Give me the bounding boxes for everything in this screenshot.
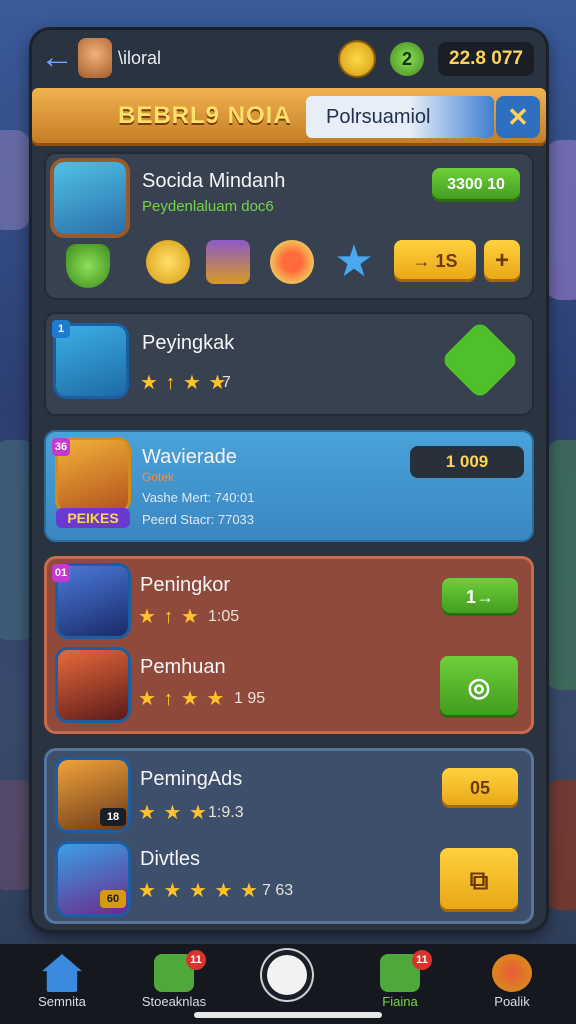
level-badge: 01 — [52, 564, 70, 582]
nav-label: Poalik — [494, 994, 530, 1009]
character-card-highlighted[interactable]: 36 PEIKES Wavierade Gotek Vashe Mert: 74… — [44, 430, 534, 542]
star-rating: ★ ↑ ★ — [138, 606, 200, 628]
rating-count: 7 — [222, 374, 231, 391]
green-star-button[interactable] — [440, 320, 520, 400]
character-portrait[interactable] — [58, 650, 128, 720]
background-character-bottom-left — [0, 780, 36, 890]
home-icon — [42, 954, 82, 992]
notification-badge: 11 — [412, 950, 432, 970]
value-pill: 1 009 — [410, 446, 524, 478]
stat-line-1: Vashe Mert: 740:01 — [142, 490, 255, 505]
chat-button[interactable]: ◎ — [440, 656, 518, 718]
treasure-chest-icon[interactable] — [206, 240, 250, 284]
star-rating: ★ ↑ ★ ★ — [138, 688, 226, 710]
red-star-icon[interactable] — [270, 240, 314, 284]
character-group-red: 01 Peningkor ★ ↑ ★ 1:05 1→ Pemhuan ★ ↑ ★… — [44, 556, 534, 734]
gem-counter[interactable]: 2 — [390, 42, 424, 76]
rating-count: 1:9.3 — [208, 804, 244, 821]
portrait-corner: 60 — [100, 890, 126, 908]
banner-title: BEBRL9 NOIA — [118, 102, 292, 129]
rating-count: 1 95 — [234, 690, 266, 707]
character-name: Divtles — [140, 848, 201, 870]
home-indicator[interactable] — [194, 1012, 382, 1018]
page-title: \iloral — [118, 48, 162, 68]
featured-subtitle: Peydenlaluam doc6 — [142, 198, 274, 215]
price-button[interactable]: 3300 10 — [432, 168, 520, 202]
character-tag: Gotek — [142, 470, 175, 484]
notification-badge: 11 — [186, 950, 206, 970]
star-rating: ★ ★ ★ — [138, 802, 208, 824]
portrait-corner: 18 — [100, 808, 126, 826]
level-badge: 36 — [52, 438, 70, 456]
star-rating: ★ ★ ★ ★ ★ — [138, 880, 259, 902]
blue-star-icon[interactable]: ★ — [332, 240, 376, 284]
character-name: Wavierade — [142, 446, 237, 468]
level-badge: 1 — [52, 320, 70, 338]
portrait-ribbon: PEIKES — [56, 508, 130, 528]
stat-line-2: Peerd Stacr: 77033 — [142, 512, 255, 527]
close-button[interactable]: ✕ — [496, 96, 540, 138]
rating-count: 1:05 — [208, 608, 240, 625]
nav-label: Stoeaknlas — [141, 994, 207, 1009]
share-button[interactable]: ⧉ — [440, 848, 518, 912]
coin-icon — [340, 42, 374, 76]
search-input[interactable]: Polrsuamiol — [306, 96, 494, 138]
currency-score: 22.8 077 — [438, 42, 534, 76]
background-character-right — [546, 140, 576, 300]
nav-label: Fiaina — [382, 994, 418, 1009]
character-name: PemingAds — [140, 768, 243, 790]
rating-count: 7 63 — [262, 882, 294, 899]
nav-label: Semnita — [38, 994, 86, 1009]
character-name: Peningkor — [140, 574, 231, 596]
background-character-right-lower — [546, 440, 576, 690]
plus-button[interactable]: + — [484, 240, 520, 282]
top-bar: ← \iloral 2 22.8 077 — [32, 32, 546, 90]
center-action-icon — [262, 950, 312, 1000]
star-rating: ★ ↑ ★ ★ — [140, 372, 228, 394]
profile-icon — [492, 954, 532, 992]
gold-coin-icon[interactable] — [146, 240, 190, 284]
background-character-left-lower — [0, 440, 36, 640]
character-name: Pemhuan — [140, 656, 226, 678]
value-button[interactable]: 05 — [442, 768, 518, 808]
shield-icon[interactable] — [66, 244, 110, 288]
background-character-bottom-right — [546, 780, 576, 910]
action-arrow-button[interactable]: → 1S — [394, 240, 476, 282]
featured-card: Socida Mindanh Peydenlaluam doc6 3300 10… — [44, 152, 534, 300]
player-avatar[interactable] — [78, 38, 112, 78]
character-name: Peyingkak — [142, 332, 235, 354]
character-card[interactable]: 1 Peyingkak ★ ↑ ★ ★ 7 — [44, 312, 534, 416]
nav-profile[interactable]: Poalik — [462, 944, 562, 1024]
back-arrow-icon[interactable]: ← — [40, 40, 74, 74]
character-group-slate: 18 PemingAds ★ ★ ★ 1:9.3 05 60 Divtles ★… — [44, 748, 534, 924]
background-character-left — [0, 130, 30, 230]
nav-home[interactable]: Semnita — [12, 944, 112, 1024]
featured-name: Socida Mindanh — [142, 170, 286, 192]
featured-portrait[interactable] — [54, 162, 126, 234]
go-button[interactable]: 1→ — [442, 578, 518, 616]
